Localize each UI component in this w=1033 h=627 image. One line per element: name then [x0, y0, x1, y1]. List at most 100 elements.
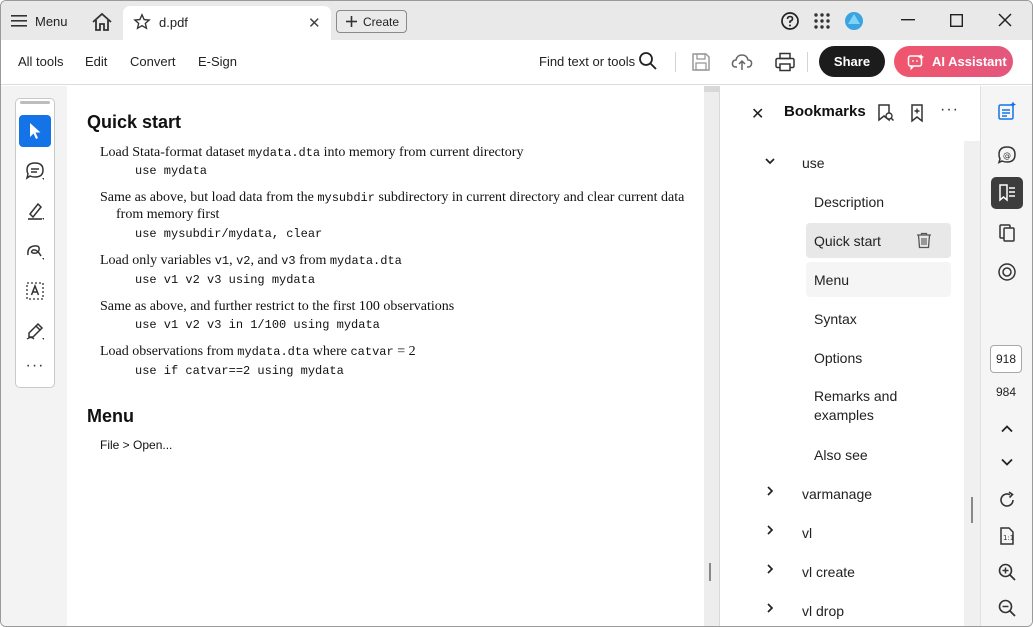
previous-text-fragment: [207, 86, 607, 90]
bookmark-item-also-see[interactable]: Also see: [806, 437, 951, 472]
example-code: use if catvar==2 using mydata: [135, 364, 344, 378]
rotate-button[interactable]: [994, 487, 1020, 513]
bookmark-item-menu[interactable]: Menu: [806, 262, 951, 297]
bookmarks-scrollbar[interactable]: [964, 141, 980, 626]
pages-panel-button[interactable]: [994, 220, 1020, 246]
rail-handle[interactable]: [20, 101, 50, 104]
bookmark-item-remarks-and-examples[interactable]: Remarks and examples: [806, 385, 951, 427]
bookmarks-panel-button[interactable]: [994, 180, 1020, 206]
next-page-button[interactable]: [994, 449, 1020, 475]
find-text-or-tools[interactable]: Find text or tools: [539, 54, 635, 69]
text-box-tool[interactable]: [19, 275, 51, 307]
example-code: use mysubdir/mydata, clear: [135, 227, 323, 241]
chevron-down-icon[interactable]: [764, 155, 776, 167]
layers-panel-button[interactable]: [994, 259, 1020, 285]
draw-tool[interactable]: [19, 235, 51, 267]
zoom-in-icon: [998, 563, 1016, 581]
edit-link[interactable]: Edit: [85, 54, 107, 69]
bookmark-item-quick-start[interactable]: Quick start: [806, 223, 951, 258]
search-icon[interactable]: [638, 51, 658, 71]
main-toolbar: All tools Edit Convert E-Sign Find text …: [1, 40, 1032, 85]
bookmark-item-use[interactable]: use: [802, 155, 825, 171]
print-icon[interactable]: [774, 51, 796, 73]
zoom-out-icon: [998, 599, 1016, 617]
comment-tool[interactable]: [19, 155, 51, 187]
zoom-in-button[interactable]: [994, 559, 1020, 585]
chevron-right-icon[interactable]: [764, 524, 776, 536]
bookmark-item-description[interactable]: Description: [806, 184, 951, 219]
ai-summary-button[interactable]: [994, 98, 1020, 124]
highlight-tool[interactable]: [19, 195, 51, 227]
bookmark-item-options[interactable]: Options: [806, 340, 951, 375]
create-button[interactable]: Create: [336, 10, 407, 33]
chevron-right-icon[interactable]: [764, 563, 776, 575]
maximize-icon: [949, 13, 963, 27]
close-icon[interactable]: ✕: [308, 14, 321, 32]
home-icon[interactable]: [91, 11, 113, 33]
scrollbar-thumb[interactable]: [971, 497, 973, 523]
apps-grid-icon[interactable]: [813, 9, 831, 33]
example-code: use v1 v2 v3 using mydata: [135, 273, 316, 287]
bookmark-item-syntax[interactable]: Syntax: [806, 301, 951, 336]
example-description: Same as above, but load data from the my…: [100, 190, 685, 205]
ai-summary-icon: [998, 101, 1016, 120]
maximize-button[interactable]: [936, 7, 976, 33]
trash-icon[interactable]: [915, 231, 933, 249]
share-button[interactable]: Share: [819, 46, 885, 77]
bookmarks-title: Bookmarks: [784, 103, 866, 120]
freehand-draw-icon: [27, 245, 44, 260]
total-pages: 984: [995, 385, 1017, 399]
menu-heading: Menu: [87, 406, 134, 426]
current-page-input[interactable]: 918: [990, 345, 1022, 373]
left-tool-pane: ···: [1, 86, 67, 626]
app-window: Menu d.pdf ✕ Create All tools Edit Conve…: [0, 0, 1033, 627]
zoom-out-button[interactable]: [994, 595, 1020, 621]
window-close-button[interactable]: [985, 7, 1025, 33]
bookmark-list-icon: [999, 184, 1015, 202]
menu-path-text: File > Open...: [100, 438, 173, 452]
select-tool[interactable]: [19, 115, 51, 147]
chevron-down-icon: [1001, 458, 1013, 466]
chevron-right-icon[interactable]: [764, 602, 776, 614]
esign-link[interactable]: E-Sign: [198, 54, 237, 69]
sign-tool[interactable]: [19, 315, 51, 347]
cursor-icon: [30, 123, 41, 139]
star-icon[interactable]: [133, 13, 151, 31]
close-icon[interactable]: ✕: [751, 104, 764, 124]
scrollbar-thumb[interactable]: [709, 563, 711, 581]
create-label: Create: [363, 14, 400, 29]
comments-panel-button[interactable]: @: [994, 142, 1020, 168]
bookmark-item-vl-drop[interactable]: vl drop: [802, 603, 844, 619]
previous-page-button[interactable]: [994, 416, 1020, 442]
document-scrollbar[interactable]: [704, 86, 720, 626]
ai-assistant-label: AI Assistant: [932, 54, 1007, 69]
minimize-button[interactable]: [888, 7, 928, 33]
chevron-up-icon: [1001, 425, 1013, 433]
bookmark-item-vl[interactable]: vl: [802, 525, 812, 541]
more-options-icon[interactable]: ···: [940, 101, 959, 119]
bookmark-search-icon[interactable]: [875, 103, 895, 123]
right-panel-rail: @ 918 984 1:1: [980, 86, 1032, 626]
bookmark-item-varmanage[interactable]: varmanage: [802, 486, 872, 502]
help-icon[interactable]: [780, 9, 800, 33]
comment-icon: [25, 162, 44, 180]
menu-button[interactable]: Menu: [11, 9, 68, 33]
avatar[interactable]: [844, 9, 864, 33]
bookmark-item-vl-create[interactable]: vl create: [802, 564, 855, 580]
example-description: Load Stata-format dataset mydata.dta int…: [100, 145, 524, 160]
more-tools-icon[interactable]: ···: [19, 357, 51, 375]
tab-document[interactable]: d.pdf ✕: [123, 6, 331, 40]
actual-size-button[interactable]: 1:1: [994, 523, 1020, 549]
toolbar-divider: [807, 52, 808, 72]
add-bookmark-icon[interactable]: [907, 103, 927, 123]
example-code: use mydata: [135, 164, 208, 178]
ai-assistant-button[interactable]: AI Assistant: [894, 46, 1013, 77]
hamburger-icon: [11, 15, 27, 27]
plus-icon: [346, 16, 357, 27]
quick-tools-rail: ···: [15, 98, 55, 388]
chevron-right-icon[interactable]: [764, 485, 776, 497]
all-tools-link[interactable]: All tools: [18, 54, 64, 69]
cloud-upload-icon[interactable]: [731, 51, 753, 73]
save-icon[interactable]: [690, 51, 712, 73]
convert-link[interactable]: Convert: [130, 54, 176, 69]
